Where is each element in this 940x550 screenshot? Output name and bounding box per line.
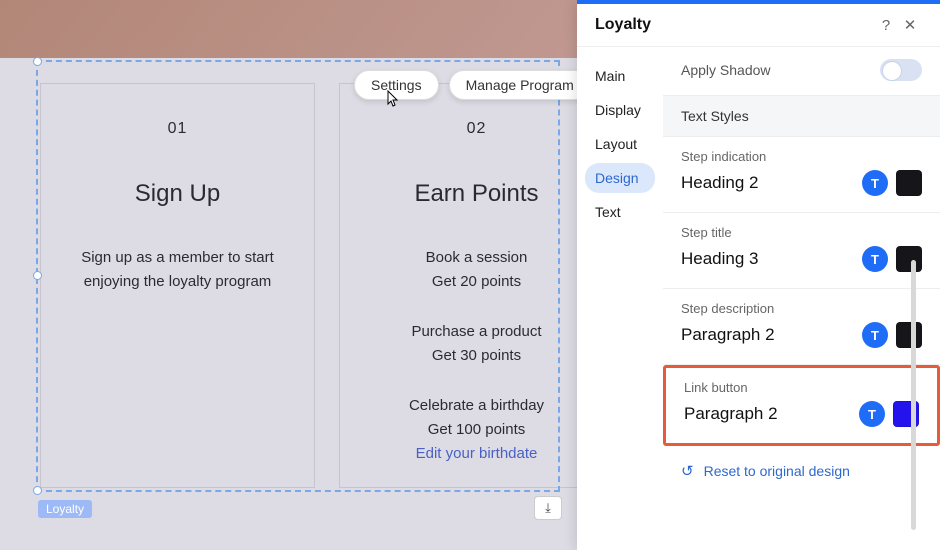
card-earn-points[interactable]: 02 Earn Points Book a session Get 20 poi… — [339, 83, 614, 488]
desc-line: Get 30 points — [362, 344, 591, 368]
style-step-title: Step title Heading 3 T — [663, 213, 940, 289]
panel-nav: Main Display Layout Design Text — [577, 47, 663, 550]
desc-line: Get 100 points — [362, 418, 591, 442]
desc-line: Book a session — [362, 246, 591, 270]
nav-layout[interactable]: Layout — [585, 129, 655, 159]
style-caption: Step title — [681, 225, 922, 240]
download-icon: ⤓ — [545, 500, 551, 516]
element-action-pills: Settings Manage Program — [354, 70, 591, 100]
color-picker-button[interactable] — [896, 246, 922, 272]
step-description: Sign up as a member to start enjoying th… — [63, 246, 292, 294]
apply-shadow-row: Apply Shadow — [663, 47, 940, 95]
panel-title: Loyalty — [595, 16, 874, 34]
nav-display[interactable]: Display — [585, 95, 655, 125]
panel-content: Apply Shadow Text Styles Step indication… — [663, 47, 940, 550]
apply-shadow-label: Apply Shadow — [681, 62, 870, 78]
style-caption: Step description — [681, 301, 922, 316]
desc-line: Sign up as a member to start — [63, 246, 292, 270]
scrollbar-thumb[interactable] — [911, 260, 916, 530]
desc-line: Purchase a product — [362, 320, 591, 344]
step-title: Sign Up — [63, 180, 292, 208]
text-icon: T — [871, 328, 879, 343]
nav-design[interactable]: Design — [585, 163, 655, 193]
nav-text[interactable]: Text — [585, 197, 655, 227]
step-title: Earn Points — [362, 180, 591, 208]
design-panel: Loyalty ? ✕ Main Display Layout Design T… — [577, 0, 940, 550]
font-picker-button[interactable]: T — [859, 401, 885, 427]
style-value: Paragraph 2 — [684, 404, 851, 424]
desc-line: Get 20 points — [362, 270, 591, 294]
manage-program-button[interactable]: Manage Program — [449, 70, 591, 100]
settings-button[interactable]: Settings — [354, 70, 439, 100]
reset-icon: ↺ — [681, 462, 694, 480]
text-icon: T — [868, 407, 876, 422]
font-picker-button[interactable]: T — [862, 170, 888, 196]
card-signup[interactable]: 01 Sign Up Sign up as a member to start … — [40, 83, 315, 488]
reset-label: Reset to original design — [704, 463, 850, 479]
text-icon: T — [871, 252, 879, 267]
style-value: Heading 3 — [681, 249, 854, 269]
step-number: 02 — [362, 120, 591, 138]
element-tag: Loyalty — [38, 500, 92, 518]
style-link-button: Link button Paragraph 2 T — [663, 365, 940, 446]
desc-line: enjoying the loyalty program — [63, 270, 292, 294]
panel-scrollbar[interactable] — [910, 60, 916, 540]
desc-line: Celebrate a birthday — [362, 394, 591, 418]
font-picker-button[interactable]: T — [862, 322, 888, 348]
step-description: Book a session Get 20 points Purchase a … — [362, 246, 591, 466]
nav-main[interactable]: Main — [585, 61, 655, 91]
style-step-indication: Step indication Heading 2 T — [663, 137, 940, 213]
style-caption: Link button — [684, 380, 919, 395]
close-button[interactable]: ✕ — [898, 16, 922, 34]
reset-design-button[interactable]: ↺ Reset to original design — [663, 446, 940, 496]
style-value: Heading 2 — [681, 173, 854, 193]
help-button[interactable]: ? — [874, 17, 898, 34]
text-icon: T — [871, 176, 879, 191]
edit-birthdate-link[interactable]: Edit your birthdate — [362, 442, 591, 466]
color-picker-button[interactable] — [896, 322, 922, 348]
step-number: 01 — [63, 120, 292, 138]
style-caption: Step indication — [681, 149, 922, 164]
text-styles-header: Text Styles — [663, 95, 940, 137]
style-value: Paragraph 2 — [681, 325, 854, 345]
color-picker-button[interactable] — [896, 170, 922, 196]
font-picker-button[interactable]: T — [862, 246, 888, 272]
download-button[interactable]: ⤓ — [534, 496, 562, 520]
style-step-description: Step description Paragraph 2 T — [663, 289, 940, 365]
panel-header: Loyalty ? ✕ — [577, 4, 940, 47]
